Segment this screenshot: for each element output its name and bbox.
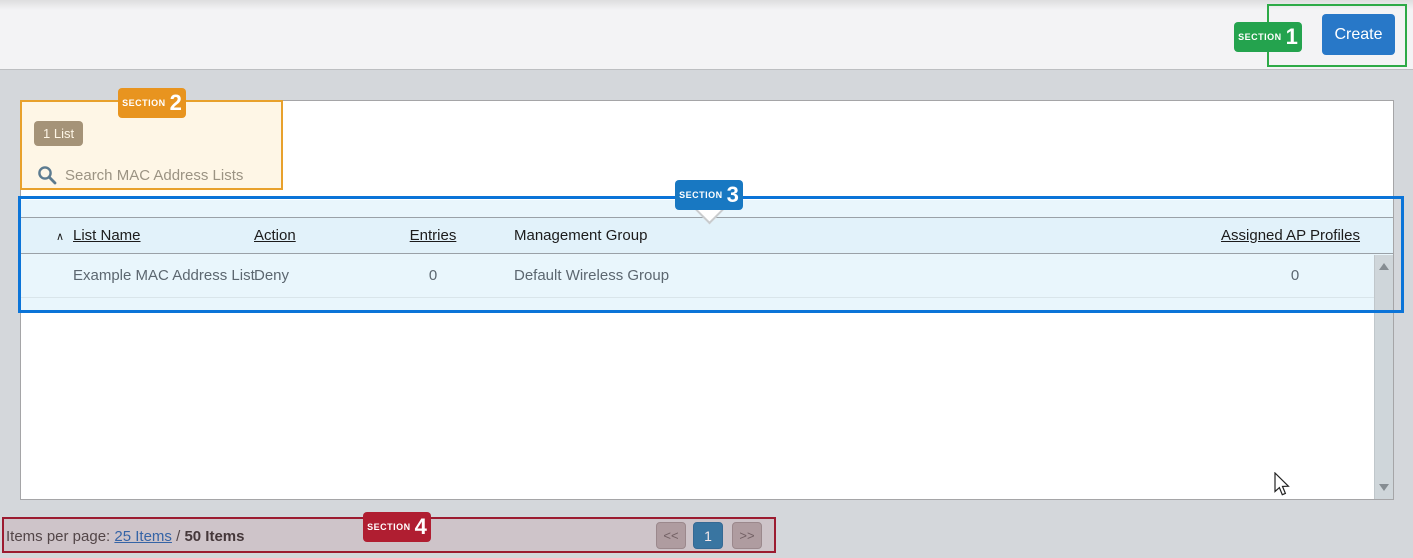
list-count-badge: 1 List: [34, 121, 83, 146]
search-input[interactable]: [65, 163, 280, 187]
items-per-page: Items per page: 25 Items / 50 Items: [6, 528, 245, 545]
mac-address-lists-panel: 1 List ∧ List Name Action Entries Manage…: [20, 100, 1394, 500]
cell-assigned-ap-profiles: 0: [1275, 267, 1315, 284]
section4-badge: SECTION 4: [363, 512, 431, 542]
scroll-up-arrow-icon[interactable]: [1379, 263, 1389, 270]
items-per-page-label: Items per page:: [6, 528, 114, 545]
column-header-assigned-ap-profiles[interactable]: Assigned AP Profiles: [1221, 227, 1360, 244]
cell-entries: 0: [407, 267, 459, 284]
column-header-entries[interactable]: Entries: [407, 227, 459, 244]
search-field[interactable]: [37, 163, 287, 187]
cell-action: Deny: [254, 267, 289, 284]
vertical-scrollbar[interactable]: [1374, 255, 1393, 499]
column-header-list-name[interactable]: List Name: [73, 227, 141, 244]
section4-badge-number: 4: [415, 516, 427, 538]
scroll-down-arrow-icon[interactable]: [1379, 484, 1389, 491]
cell-management-group: Default Wireless Group: [514, 267, 669, 284]
create-button[interactable]: Create: [1322, 14, 1395, 55]
table-bottom-strip: [21, 298, 1393, 311]
page-size-link[interactable]: 25 Items: [114, 528, 172, 545]
table-row[interactable]: Example MAC Address List Deny 0 Default …: [21, 254, 1393, 298]
sort-asc-icon: ∧: [56, 230, 64, 243]
current-page-button[interactable]: 1: [693, 522, 723, 549]
mac-lists-table: ∧ List Name Action Entries Management Gr…: [21, 200, 1393, 311]
table-header-row: ∧ List Name Action Entries Management Gr…: [21, 217, 1393, 254]
next-page-button[interactable]: >>: [732, 522, 762, 549]
total-items-label: 50 Items: [184, 528, 244, 545]
pagination-separator: /: [172, 528, 185, 545]
previous-page-button[interactable]: <<: [656, 522, 686, 549]
top-toolbar: Create: [0, 0, 1413, 70]
column-header-management-group: Management Group: [514, 227, 647, 244]
column-header-action[interactable]: Action: [254, 227, 296, 244]
cell-list-name: Example MAC Address List: [73, 267, 255, 284]
search-icon[interactable]: [37, 165, 57, 190]
section4-badge-word: SECTION: [367, 522, 411, 532]
table-top-strip: [21, 200, 1393, 217]
